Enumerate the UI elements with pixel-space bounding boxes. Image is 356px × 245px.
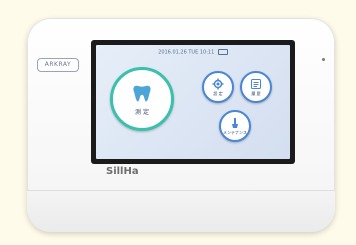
time-text: 10:11 [199, 49, 215, 56]
maintenance-button[interactable]: メンテナンス [219, 110, 251, 142]
gear-icon [212, 78, 224, 89]
device-base [27, 190, 335, 232]
device-body: ARKRAY 2016.01.26 TUE 10:11 測 定 設 定 履 歴 … [27, 18, 335, 232]
screen-display: 2016.01.26 TUE 10:11 測 定 設 定 履 歴 メンテナンス [96, 45, 290, 159]
history-label: 履 歴 [251, 90, 261, 96]
maintenance-label: メンテナンス [223, 129, 247, 135]
touch-screen: 2016.01.26 TUE 10:11 測 定 設 定 履 歴 メンテナンス [91, 40, 295, 164]
measure-label: 測 定 [135, 108, 149, 116]
date-text: 2016.01.26 [158, 49, 187, 56]
product-name: SillHa [106, 166, 139, 177]
settings-button[interactable]: 設 定 [202, 71, 234, 103]
status-led [322, 58, 325, 61]
measure-button[interactable]: 測 定 [110, 67, 174, 131]
status-bar: 2016.01.26 TUE 10:11 [96, 49, 290, 56]
brand-logo: ARKRAY [37, 58, 79, 72]
list-icon [251, 78, 261, 89]
history-button[interactable]: 履 歴 [240, 71, 272, 103]
tooth-icon [133, 85, 151, 101]
day-text: TUE [188, 49, 199, 56]
settings-label: 設 定 [213, 90, 223, 96]
brush-icon [232, 117, 238, 128]
battery-icon [217, 49, 228, 55]
